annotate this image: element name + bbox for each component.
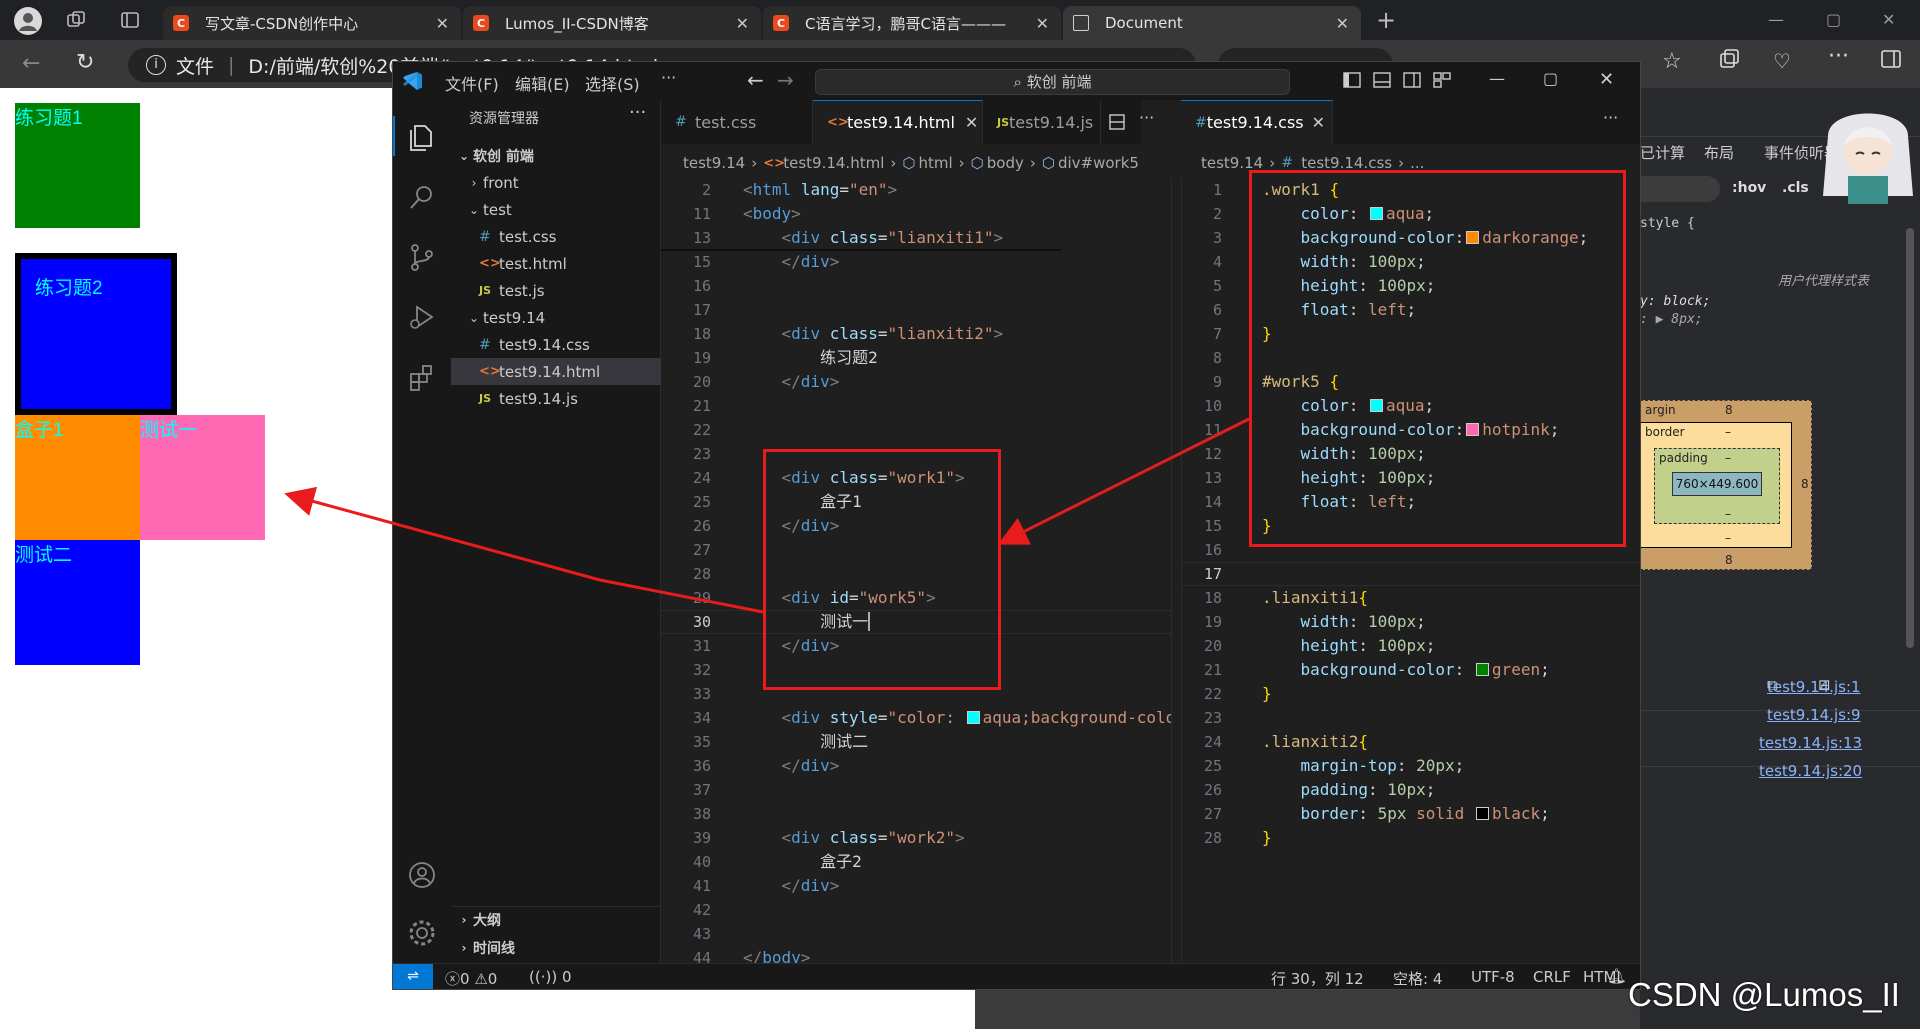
csdn-watermark: CSDN @Lumos_II	[1628, 976, 1900, 1013]
arrow-html-to-page	[284, 486, 764, 614]
annotation-arrows	[284, 417, 1250, 614]
arrow-css-to-html	[997, 417, 1250, 545]
screen: C 写文章-CSDN创作中心 ✕ C Lumos_II-CSDN博客 ✕ C C…	[0, 0, 1920, 1029]
